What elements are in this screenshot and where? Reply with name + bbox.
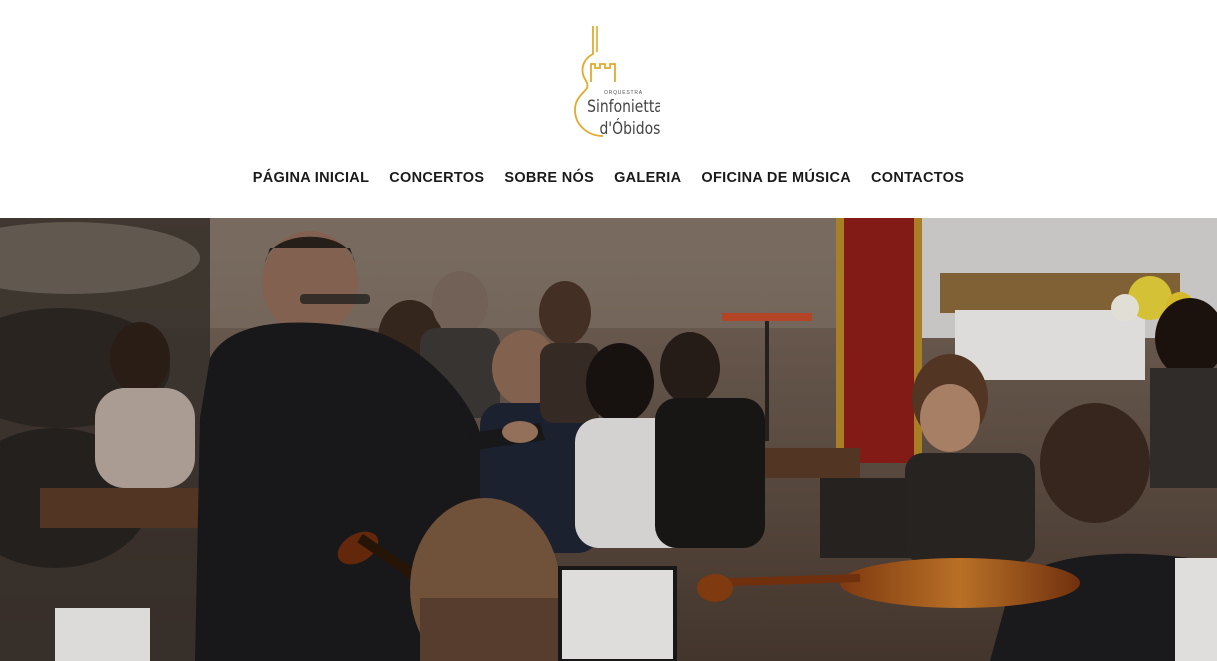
nav-item-pagina-inicial[interactable]: PÁGINA INICIAL	[253, 170, 369, 186]
nav-item-concertos[interactable]: CONCERTOS	[389, 170, 484, 186]
hero-photo	[0, 218, 1217, 661]
orchestra-concert-photo	[0, 218, 1217, 661]
violin-castle-logo-icon: ORQUESTRA Sinfonietta d'Óbidos	[574, 26, 660, 139]
site-logo[interactable]: ORQUESTRA Sinfonietta d'Óbidos	[565, 24, 660, 142]
logo-line1: Sinfonietta	[587, 97, 660, 117]
nav-item-contactos[interactable]: CONTACTOS	[871, 170, 964, 186]
nav-item-sobre-nos[interactable]: SOBRE NÓS	[504, 170, 594, 186]
main-nav: PÁGINA INICIAL CONCERTOS SOBRE NÓS GALER…	[0, 170, 1217, 186]
nav-item-galeria[interactable]: GALERIA	[614, 170, 681, 186]
nav-item-oficina-de-musica[interactable]: OFICINA DE MÚSICA	[701, 170, 851, 186]
logo-small-text: ORQUESTRA	[604, 90, 643, 96]
site-header: ORQUESTRA Sinfonietta d'Óbidos PÁGINA IN…	[0, 0, 1217, 218]
logo-line2: d'Óbidos	[599, 118, 660, 139]
